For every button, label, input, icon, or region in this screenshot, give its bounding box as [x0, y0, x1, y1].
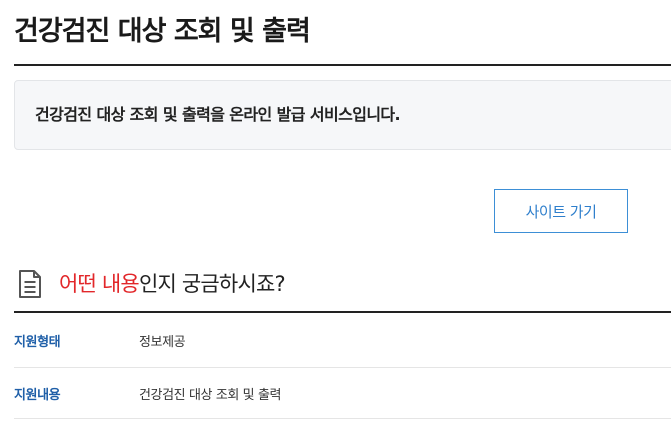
info-key: 지원형태: [14, 334, 61, 350]
info-value: 정보제공: [139, 334, 186, 350]
section-title-accent: 어떤 내용: [59, 272, 140, 296]
section-header: 어떤 내용인지 궁금하시죠?: [17, 268, 286, 300]
info-table: 지원형태 정보제공 지원내용 건강검진 대상 조회 및 출력: [14, 313, 671, 419]
info-key: 지원내용: [14, 387, 61, 403]
site-link-button[interactable]: 사이트 가기: [494, 189, 628, 233]
info-row-support-content: 지원내용 건강검진 대상 조회 및 출력: [14, 368, 671, 419]
document-icon: [17, 269, 43, 299]
info-value: 건강검진 대상 조회 및 출력: [139, 387, 282, 403]
info-row-support-type: 지원형태 정보제공: [14, 313, 671, 368]
page: 건강검진 대상 조회 및 출력 건강검진 대상 조회 및 출력을 온라인 발급 …: [0, 0, 671, 441]
notice-box: 건강검진 대상 조회 및 출력을 온라인 발급 서비스입니다.: [14, 80, 671, 150]
notice-text: 건강검진 대상 조회 및 출력을 온라인 발급 서비스입니다.: [35, 105, 401, 124]
page-title: 건강검진 대상 조회 및 출력: [14, 16, 311, 47]
section-title: 어떤 내용인지 궁금하시죠?: [59, 269, 286, 299]
section-title-rest: 인지 궁금하시죠?: [138, 272, 286, 296]
title-divider: [14, 64, 671, 66]
